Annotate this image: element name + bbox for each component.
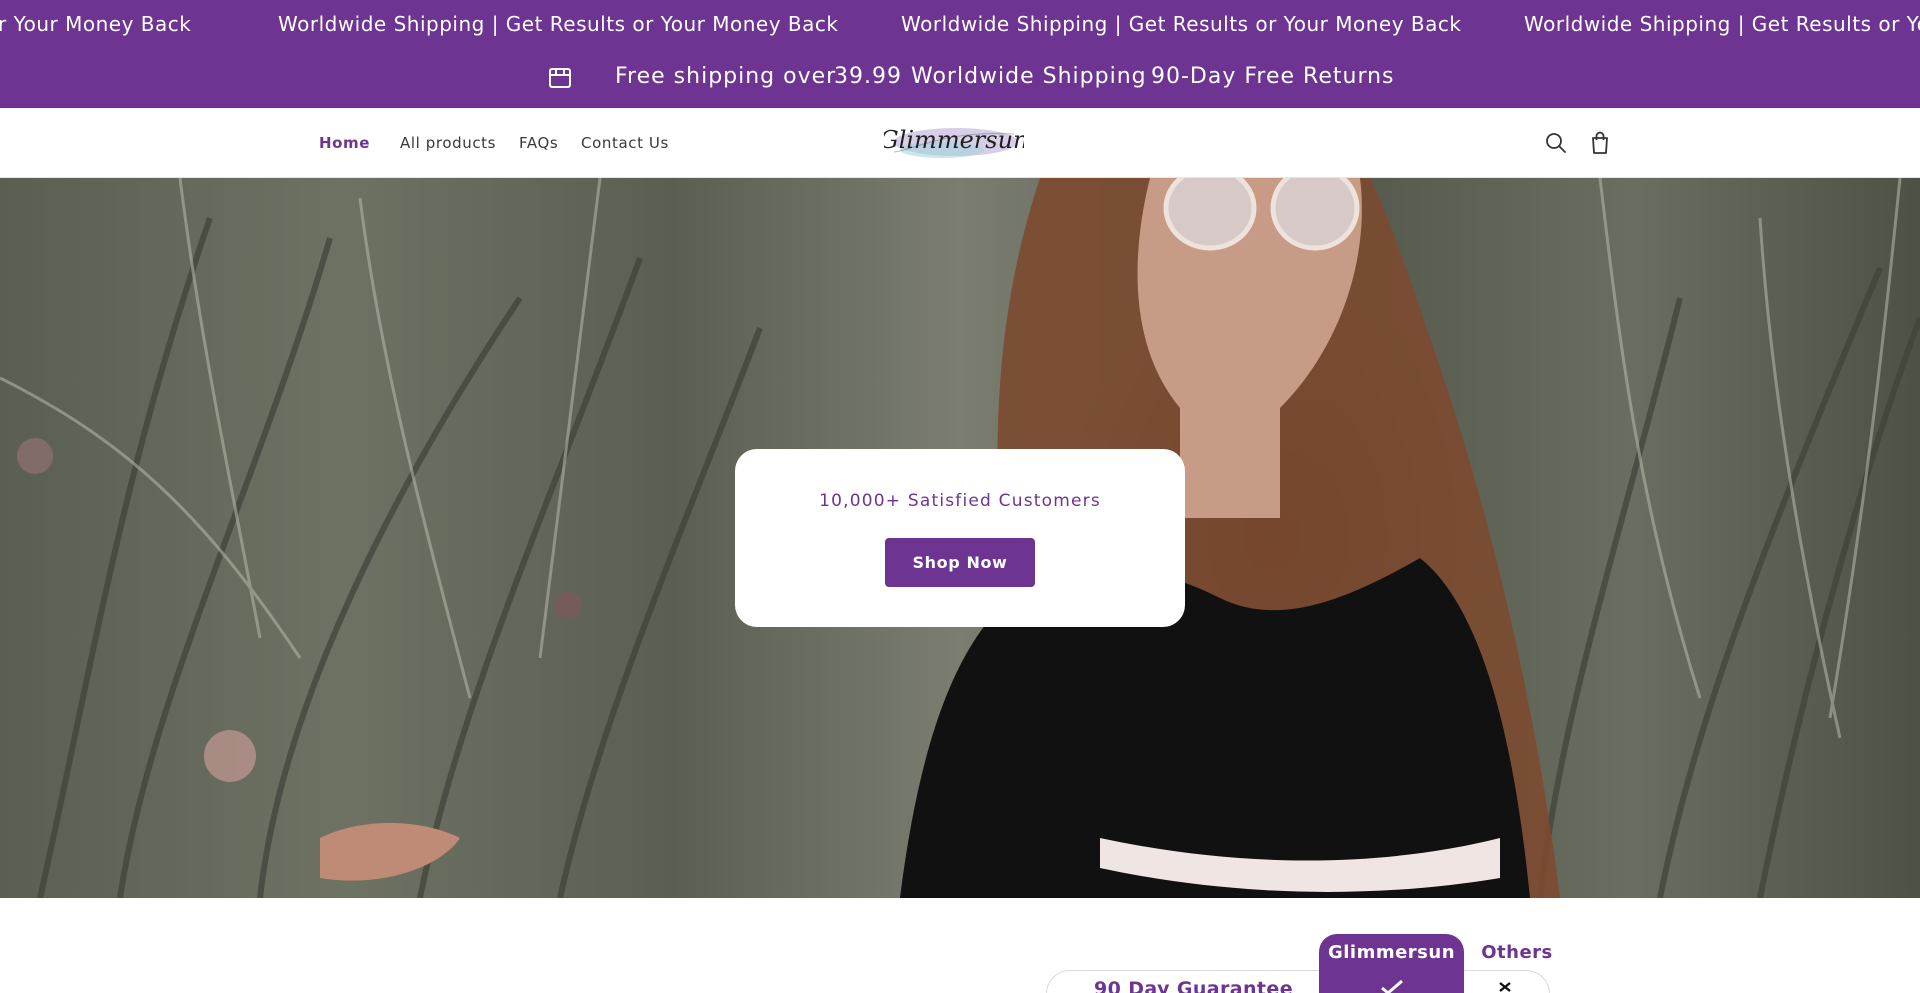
shipping-info: Free shipping over 39.99 Worldwide Shipp… [0,64,1920,94]
free-shipping-label: Free shipping over [615,64,837,89]
x-icon [1499,982,1511,992]
marquee-text: Worldwide Shipping | Get Results or Your… [278,12,839,36]
nav-faqs[interactable]: FAQs [519,134,558,152]
comparison-section: 90 Day Guarantee Glimmersun Others [0,898,1920,993]
flower [17,438,53,474]
announcement-bar: r Your Money Back Worldwide Shipping | G… [0,0,1920,108]
hand [320,823,460,881]
store-icon [549,68,571,88]
marquee-text-clipped: r Your Money Back [0,12,192,36]
worldwide-shipping-label: Worldwide Shipping [911,64,1147,89]
shop-now-button[interactable]: Shop Now [885,538,1035,587]
hero-tagline: 10,000+ Satisfied Customers [819,491,1101,511]
hero-banner: 10,000+ Satisfied Customers Shop Now [0,178,1920,898]
comparison-row-label: 90 Day Guarantee [1094,978,1293,993]
brand-logo[interactable]: Glimmersun [884,120,1024,166]
flower [554,592,582,620]
nav-contact-us[interactable]: Contact Us [581,134,669,152]
marquee-text-clipped: Worldwide Shipping | Get Results or You [1524,12,1920,36]
returns-label: 90-Day Free Returns [1151,64,1395,89]
cart-icon[interactable] [1587,130,1613,156]
others-column-label: Others [1481,942,1553,963]
flower [204,730,256,782]
check-icon [1381,980,1403,993]
hero-card: 10,000+ Satisfied Customers Shop Now [735,449,1185,627]
brand-column-label: Glimmersun [1327,942,1456,963]
marquee-text: Worldwide Shipping | Get Results or Your… [901,12,1462,36]
nav-home[interactable]: Home [319,134,370,152]
nav-all-products[interactable]: All products [400,134,496,152]
marquee-track: r Your Money Back Worldwide Shipping | G… [0,12,1920,38]
logo-text: Glimmersun [884,126,1024,154]
site-header: Home All products FAQs Contact Us Glimme… [0,108,1920,178]
search-icon[interactable] [1543,130,1569,156]
free-shipping-amount: 39.99 [834,64,902,89]
